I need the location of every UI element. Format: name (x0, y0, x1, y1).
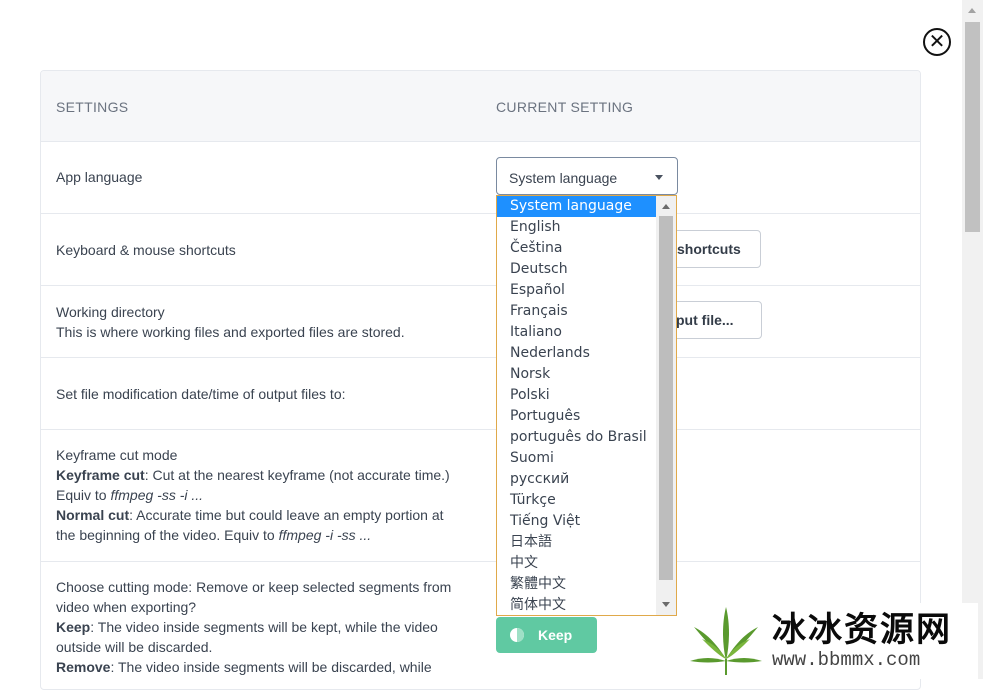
normal-cut-code: ffmpeg -i -ss ... (278, 527, 372, 543)
keep-term: Keep (56, 619, 91, 635)
close-icon: ✕ (928, 31, 946, 53)
keep-text: : The video inside segments will be kept… (56, 619, 438, 655)
chevron-down-icon (655, 175, 663, 180)
page-scrollbar[interactable] (962, 0, 983, 679)
keyframe-cut-term: Keyframe cut (56, 467, 145, 483)
watermark-text: 冰冰资源网 (772, 610, 952, 650)
cut-mode-description: Choose cutting mode: Remove or keep sele… (56, 577, 466, 677)
table-header: SETTINGS CURRENT SETTING (41, 71, 920, 142)
watermark: 冰冰资源网 www.bbmmx.com (686, 603, 978, 679)
language-option[interactable]: 简体中文 (497, 595, 656, 615)
row-modification-date: Set file modification date/time of outpu… (41, 358, 920, 430)
language-option[interactable]: русский (497, 469, 656, 490)
watermark-url: www.bbmmx.com (772, 649, 921, 671)
language-option[interactable]: Français (497, 301, 656, 322)
language-option[interactable]: Deutsch (497, 259, 656, 280)
language-option[interactable]: 日本語 (497, 532, 656, 553)
language-options: System language English Čeština Deutsch Espa… (497, 196, 656, 615)
mod-date-label: Set file modification date/time of outpu… (56, 386, 346, 402)
cut-mode-title: Choose cutting mode: Remove or keep sele… (56, 579, 452, 615)
shortcuts-button-label: shortcuts (677, 241, 741, 257)
row-keyframe-cut-mode: Keyframe cut mode Keyframe cut: Cut at t… (41, 430, 920, 562)
language-option[interactable]: Čeština (497, 238, 656, 259)
language-option[interactable]: Português (497, 406, 656, 427)
app-language-label: App language (56, 169, 143, 185)
language-option[interactable]: Español (497, 280, 656, 301)
keep-button[interactable]: Keep (496, 617, 597, 653)
language-option[interactable]: Türkçe (497, 490, 656, 511)
language-option[interactable]: Suomi (497, 448, 656, 469)
scroll-up-arrow-icon[interactable] (968, 8, 976, 13)
language-option[interactable]: Nederlands (497, 343, 656, 364)
language-option[interactable]: português do Brasil (497, 427, 656, 448)
keyframe-title: Keyframe cut mode (56, 447, 178, 463)
settings-table: SETTINGS CURRENT SETTING App language Sy… (40, 70, 921, 690)
select-value: System language (509, 170, 618, 186)
language-option[interactable]: 繁體中文 (497, 574, 656, 595)
remove-term: Remove (56, 659, 111, 675)
dropdown-scrollbar-thumb[interactable] (659, 216, 673, 580)
dropdown-scrollbar[interactable] (656, 196, 676, 615)
remove-text: : The video inside segments will be disc… (110, 659, 432, 675)
yin-yang-icon (510, 628, 524, 642)
language-option[interactable]: Norsk (497, 364, 656, 385)
row-app-language: App language System language (41, 142, 920, 214)
scroll-down-arrow-icon[interactable] (662, 602, 670, 607)
language-option[interactable]: Polski (497, 385, 656, 406)
keyframe-cut-code: ffmpeg -ss -i ... (110, 487, 204, 503)
header-settings: SETTINGS (56, 99, 129, 115)
scrollbar-thumb[interactable] (965, 22, 980, 232)
row-working-directory: Working directory This is where working … (41, 286, 920, 358)
working-dir-label: Working directory (56, 304, 165, 320)
app-language-select[interactable]: System language (496, 157, 678, 195)
cannabis-leaf-logo-icon (686, 603, 766, 679)
language-option[interactable]: English (497, 217, 656, 238)
language-option[interactable]: System language (497, 196, 656, 217)
language-dropdown-list[interactable]: System language English Čeština Deutsch Espa… (496, 195, 677, 616)
header-current-setting: CURRENT SETTING (496, 99, 634, 115)
working-dir-button-label: put file... (676, 312, 734, 328)
language-option[interactable]: Tiếng Việt (497, 511, 656, 532)
language-option[interactable]: Italiano (497, 322, 656, 343)
scroll-up-arrow-icon[interactable] (662, 204, 670, 209)
working-dir-desc: This is where working files and exported… (56, 324, 405, 340)
shortcuts-label: Keyboard & mouse shortcuts (56, 242, 236, 258)
normal-cut-term: Normal cut (56, 507, 130, 523)
keyframe-description: Keyframe cut mode Keyframe cut: Cut at t… (56, 445, 466, 545)
keep-button-label: Keep (538, 627, 573, 643)
row-shortcuts: Keyboard & mouse shortcuts shortcuts (41, 214, 920, 286)
language-option[interactable]: 中文 (497, 553, 656, 574)
close-button[interactable]: ✕ (923, 28, 951, 56)
